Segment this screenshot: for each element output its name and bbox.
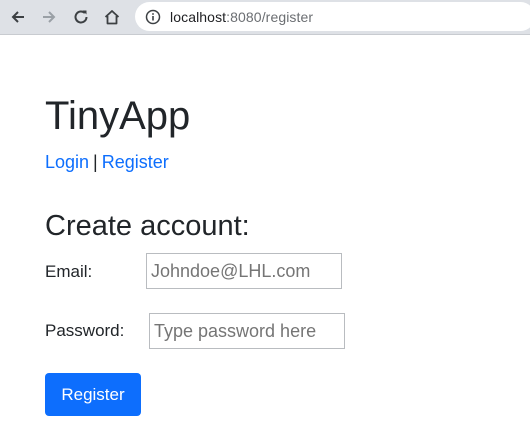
browser-toolbar: localhost:8080/register <box>0 0 530 35</box>
back-button[interactable] <box>7 6 29 28</box>
forward-arrow-icon <box>43 11 56 23</box>
home-button[interactable] <box>101 6 123 28</box>
page-heading: Create account: <box>45 210 250 242</box>
email-field[interactable] <box>146 253 342 289</box>
register-link[interactable]: Register <box>102 152 169 172</box>
info-icon[interactable] <box>145 9 161 25</box>
home-icon <box>104 10 120 25</box>
url-text: localhost:8080/register <box>170 9 313 25</box>
url-host: localhost <box>170 8 227 25</box>
nav-separator: | <box>93 152 98 172</box>
nav-links: Login | Register <box>45 151 169 173</box>
password-field[interactable] <box>149 313 345 349</box>
reload-button[interactable] <box>70 6 92 28</box>
forward-button[interactable] <box>38 6 60 28</box>
password-label: Password: <box>45 321 125 340</box>
url-path: :8080/register <box>226 8 314 25</box>
reload-icon <box>74 10 88 24</box>
app-title: TinyApp <box>45 94 191 138</box>
email-label: Email: <box>45 262 93 281</box>
address-bar[interactable]: localhost:8080/register <box>135 2 530 31</box>
back-arrow-icon <box>11 11 24 23</box>
login-link[interactable]: Login <box>45 152 89 172</box>
register-button[interactable]: Register <box>45 373 141 416</box>
